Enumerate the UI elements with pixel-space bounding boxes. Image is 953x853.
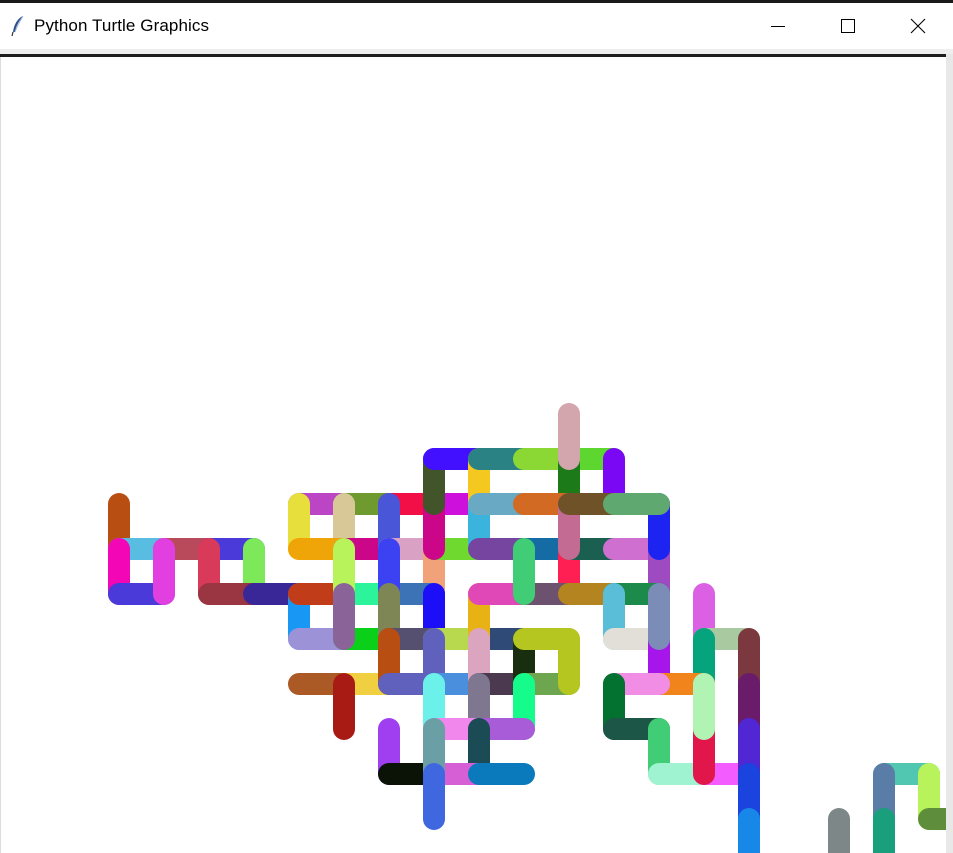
close-button[interactable] bbox=[883, 3, 953, 49]
window-controls bbox=[743, 3, 953, 49]
maximize-icon bbox=[841, 19, 855, 33]
window-title: Python Turtle Graphics bbox=[34, 16, 210, 35]
minimize-button[interactable] bbox=[743, 3, 813, 49]
feather-icon bbox=[10, 15, 26, 37]
maximize-button[interactable] bbox=[813, 3, 883, 49]
turtle-canvas[interactable] bbox=[0, 57, 946, 853]
close-icon bbox=[910, 18, 926, 34]
vertical-scrollbar[interactable] bbox=[946, 54, 953, 853]
maze-drawing bbox=[108, 403, 946, 853]
title-bar[interactable]: Python Turtle Graphics bbox=[0, 3, 953, 49]
minimize-icon bbox=[771, 26, 785, 27]
